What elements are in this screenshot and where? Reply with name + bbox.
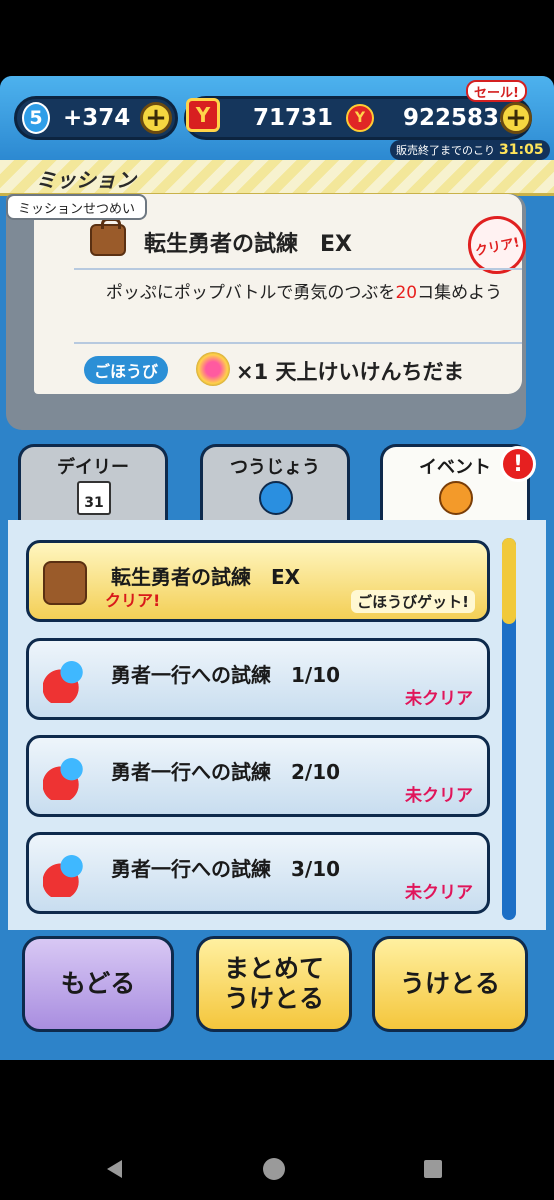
nav-home-icon[interactable] xyxy=(263,1158,285,1180)
desc-text-end: コ集めよう xyxy=(417,283,503,303)
event-flag-icon xyxy=(439,481,473,515)
mission-header-title: ミッション xyxy=(36,168,136,192)
mission-status: クリア! xyxy=(105,591,161,610)
mission-title: 勇者一行への試練 1/10 xyxy=(111,663,341,687)
flag-icon xyxy=(259,481,293,515)
mission-row-1[interactable]: 勇者一行への試練 1/10 未クリア xyxy=(26,638,490,720)
monster-icon xyxy=(43,853,87,897)
collect-all-button[interactable]: まとめて うけとる xyxy=(196,936,352,1032)
collect-all-line2: うけとる xyxy=(223,984,324,1013)
bag-icon xyxy=(43,561,87,605)
mission-row-3[interactable]: 勇者一行への試練 3/10 未クリア xyxy=(26,832,490,914)
desc-target-count: 20 xyxy=(395,283,418,303)
timer-label: 販売終了までのこり xyxy=(396,144,495,157)
divider xyxy=(74,342,522,344)
back-button[interactable]: もどる xyxy=(22,936,174,1032)
mission-detail-title: 転生勇者の試練 EX xyxy=(144,232,352,257)
mission-explain-tab: ミッションせつめい xyxy=(6,194,148,220)
calendar-icon: 31 xyxy=(77,481,111,515)
tab-daily-label: デイリー xyxy=(57,457,129,478)
sale-timer: 販売終了までのこり 31:05 xyxy=(390,140,550,160)
tab-daily[interactable]: デイリー 31 xyxy=(18,444,168,524)
collect-all-line1: まとめて xyxy=(223,954,324,983)
bag-icon xyxy=(90,218,126,256)
mission-row-ex[interactable]: 転生勇者の試練 EX クリア! ごほうびゲット! xyxy=(26,540,490,622)
coin-icon: Y xyxy=(346,104,374,132)
reward-received-badge: ごほうびゲット! xyxy=(351,590,475,613)
mission-status: 未クリア xyxy=(405,786,473,806)
mission-header: ミッション xyxy=(0,160,554,196)
divider xyxy=(74,268,522,270)
nav-back-icon[interactable] xyxy=(107,1160,122,1178)
system-nav-bar xyxy=(0,1120,554,1200)
desc-text: ポッぷにポップバトルで勇気のつぶを xyxy=(105,283,396,303)
mission-row-2[interactable]: 勇者一行への試練 2/10 未クリア xyxy=(26,735,490,817)
status-bar: +374 5 + 71731 9225834 Y Y + セール! 販売終了まで… xyxy=(0,76,554,166)
reward-label: ごほうび xyxy=(84,356,169,384)
reward-text: ×1 天上けいけんちだま xyxy=(236,356,464,386)
tab-normal[interactable]: つうじょう xyxy=(200,444,350,524)
nav-recents-icon[interactable] xyxy=(424,1160,442,1178)
level-badge: 5 xyxy=(22,102,50,134)
stamina-value: +374 xyxy=(63,105,131,131)
timer-value: 31:05 xyxy=(499,142,544,158)
mission-status: 未クリア xyxy=(405,883,473,903)
scrollbar-thumb[interactable] xyxy=(502,538,516,624)
money-value: 71731 xyxy=(253,105,334,131)
reward-name: 天上けいけんちだま xyxy=(275,360,465,384)
exp-orb-icon xyxy=(196,352,230,386)
tab-normal-label: つうじょう xyxy=(230,457,320,478)
mission-title: 勇者一行への試練 3/10 xyxy=(111,857,341,881)
reward-count: ×1 xyxy=(236,360,269,384)
alert-icon: ! xyxy=(500,446,536,482)
mission-detail-page: 転生勇者の試練 EX クリア! ポッぷにポップバトルで勇気のつぶを20コ集めよう… xyxy=(34,194,532,394)
collect-button[interactable]: うけとる xyxy=(372,936,528,1032)
mission-title: 転生勇者の試練 EX xyxy=(111,565,301,589)
add-stamina-button[interactable]: + xyxy=(140,102,172,134)
mission-detail-book: 転生勇者の試練 EX クリア! ポッぷにポップバトルで勇気のつぶを20コ集めよう… xyxy=(6,194,532,430)
sale-badge[interactable]: セール! xyxy=(466,80,527,102)
monster-icon xyxy=(43,756,87,800)
mission-status: 未クリア xyxy=(405,689,473,709)
list-scrollbar[interactable] xyxy=(502,538,516,920)
mission-description: ポッぷにポップバトルで勇気のつぶを20コ集めよう xyxy=(84,278,524,303)
mission-screen: +374 5 + 71731 9225834 Y Y + セール! 販売終了まで… xyxy=(0,76,554,1060)
add-coins-button[interactable]: + xyxy=(500,102,532,134)
mission-title: 勇者一行への試練 2/10 xyxy=(111,760,341,784)
monster-icon xyxy=(43,659,87,703)
money-icon: Y xyxy=(186,98,220,132)
coin-value: 9225834 xyxy=(403,105,516,131)
